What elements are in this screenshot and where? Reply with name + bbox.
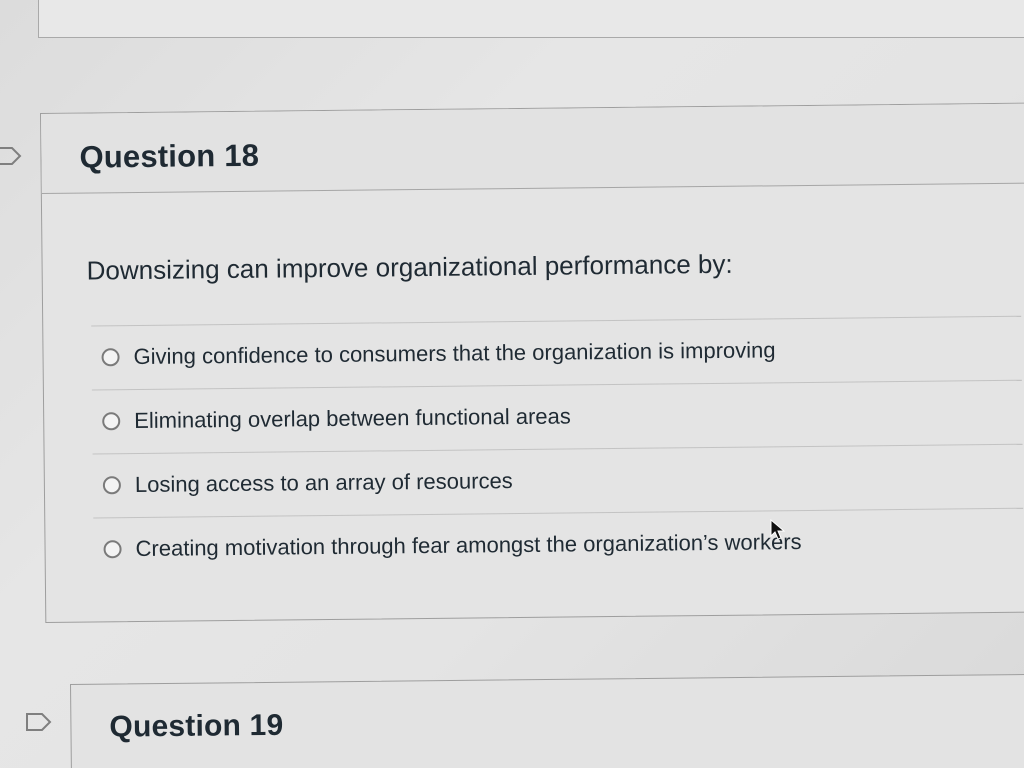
question-card-18: Question 18 Downsizing can improve organ…: [40, 102, 1024, 623]
flag-question-18-icon[interactable]: [0, 146, 22, 166]
answer-option[interactable]: Giving confidence to consumers that the …: [91, 315, 1022, 390]
flag-question-19-icon[interactable]: [26, 712, 52, 732]
question-title: Question 18: [79, 137, 260, 175]
answer-label[interactable]: Creating motivation through fear amongst…: [135, 529, 801, 562]
question-prompt: Downsizing can improve organizational pe…: [86, 248, 733, 286]
answer-label[interactable]: Losing access to an array of resources: [135, 468, 513, 498]
mouse-pointer-icon: [770, 518, 786, 541]
next-question-title: Question 19: [109, 708, 284, 744]
answer-label[interactable]: Giving confidence to consumers that the …: [133, 337, 775, 370]
question-card-19: Question 19: [70, 673, 1024, 768]
question-header: Question 18: [41, 103, 1024, 194]
radio-button[interactable]: [103, 540, 122, 559]
answer-option[interactable]: Eliminating overlap between functional a…: [91, 379, 1023, 454]
radio-button[interactable]: [101, 348, 120, 367]
quiz-page: Question 18 Downsizing can improve organ…: [0, 0, 1024, 768]
answer-list: Giving confidence to consumers that the …: [91, 315, 1024, 582]
radio-button[interactable]: [102, 412, 121, 431]
answer-label[interactable]: Eliminating overlap between functional a…: [134, 403, 571, 434]
radio-button[interactable]: [102, 476, 121, 495]
previous-question-card: [38, 0, 1024, 38]
answer-option[interactable]: Creating motivation through fear amongst…: [93, 507, 1024, 582]
answer-option[interactable]: Losing access to an array of resources: [92, 443, 1024, 518]
